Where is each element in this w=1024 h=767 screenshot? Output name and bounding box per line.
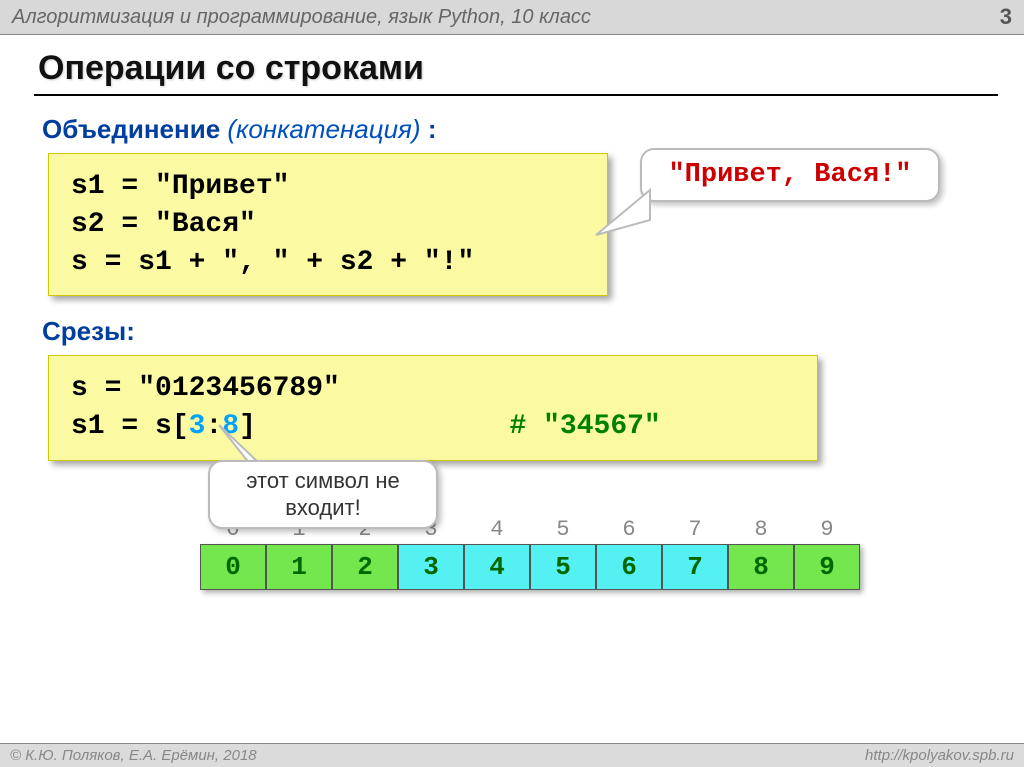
footer-right: http://kpolyakov.spb.ru: [865, 747, 1014, 764]
cell: 2: [332, 544, 398, 590]
cell: 8: [728, 544, 794, 590]
cell: 7: [662, 544, 728, 590]
cell: 3: [398, 544, 464, 590]
section1-after: :: [428, 114, 437, 144]
cell: 1: [266, 544, 332, 590]
idx-label: 8: [728, 517, 794, 542]
cell-row: 0 1 2 3 4 5 6 7 8 9: [200, 544, 860, 590]
cell: 4: [464, 544, 530, 590]
header-left: Алгоритмизация и программирование, язык …: [12, 6, 591, 29]
title-underline: [34, 94, 998, 96]
section2-title: Срезы:: [0, 312, 1024, 355]
section1-title: Объединение (конкатенация) :: [0, 110, 1024, 153]
code-line: s = "0123456789": [71, 370, 795, 408]
section1-label: Объединение: [42, 114, 220, 144]
code-block-concat: s1 = "Привет" s2 = "Вася" s = s1 + ", " …: [48, 153, 608, 296]
cell: 6: [596, 544, 662, 590]
page-title: Операции со строками: [0, 35, 1024, 94]
footer: © К.Ю. Поляков, Е.А. Ерёмин, 2018 http:/…: [0, 743, 1024, 767]
section1-em: (конкатенация): [227, 114, 420, 144]
footer-left: © К.Ю. Поляков, Е.А. Ерёмин, 2018: [10, 747, 257, 764]
cell: 0: [200, 544, 266, 590]
header-bar: Алгоритмизация и программирование, язык …: [0, 0, 1024, 35]
callout-tail-icon: [590, 180, 660, 240]
idx-label: 4: [464, 517, 530, 542]
page-number: 3: [1000, 4, 1012, 30]
code-block-slice: s = "0123456789" s1 = s[3:8] # "34567": [48, 355, 818, 461]
idx-label: 5: [530, 517, 596, 542]
cell: 5: [530, 544, 596, 590]
idx-label: 6: [596, 517, 662, 542]
cell: 9: [794, 544, 860, 590]
idx-label: 7: [662, 517, 728, 542]
slice-annotation: этот символ не входит!: [208, 460, 438, 529]
code-comment: # "34567": [510, 411, 661, 442]
idx-label: 9: [794, 517, 860, 542]
code-line: s = s1 + ", " + s2 + "!": [71, 244, 585, 282]
code-line: s1 = s[3:8] # "34567": [71, 408, 795, 446]
code-line: s1 = "Привет": [71, 168, 585, 206]
code-line: s2 = "Вася": [71, 206, 585, 244]
result-callout: "Привет, Вася!": [640, 148, 940, 202]
